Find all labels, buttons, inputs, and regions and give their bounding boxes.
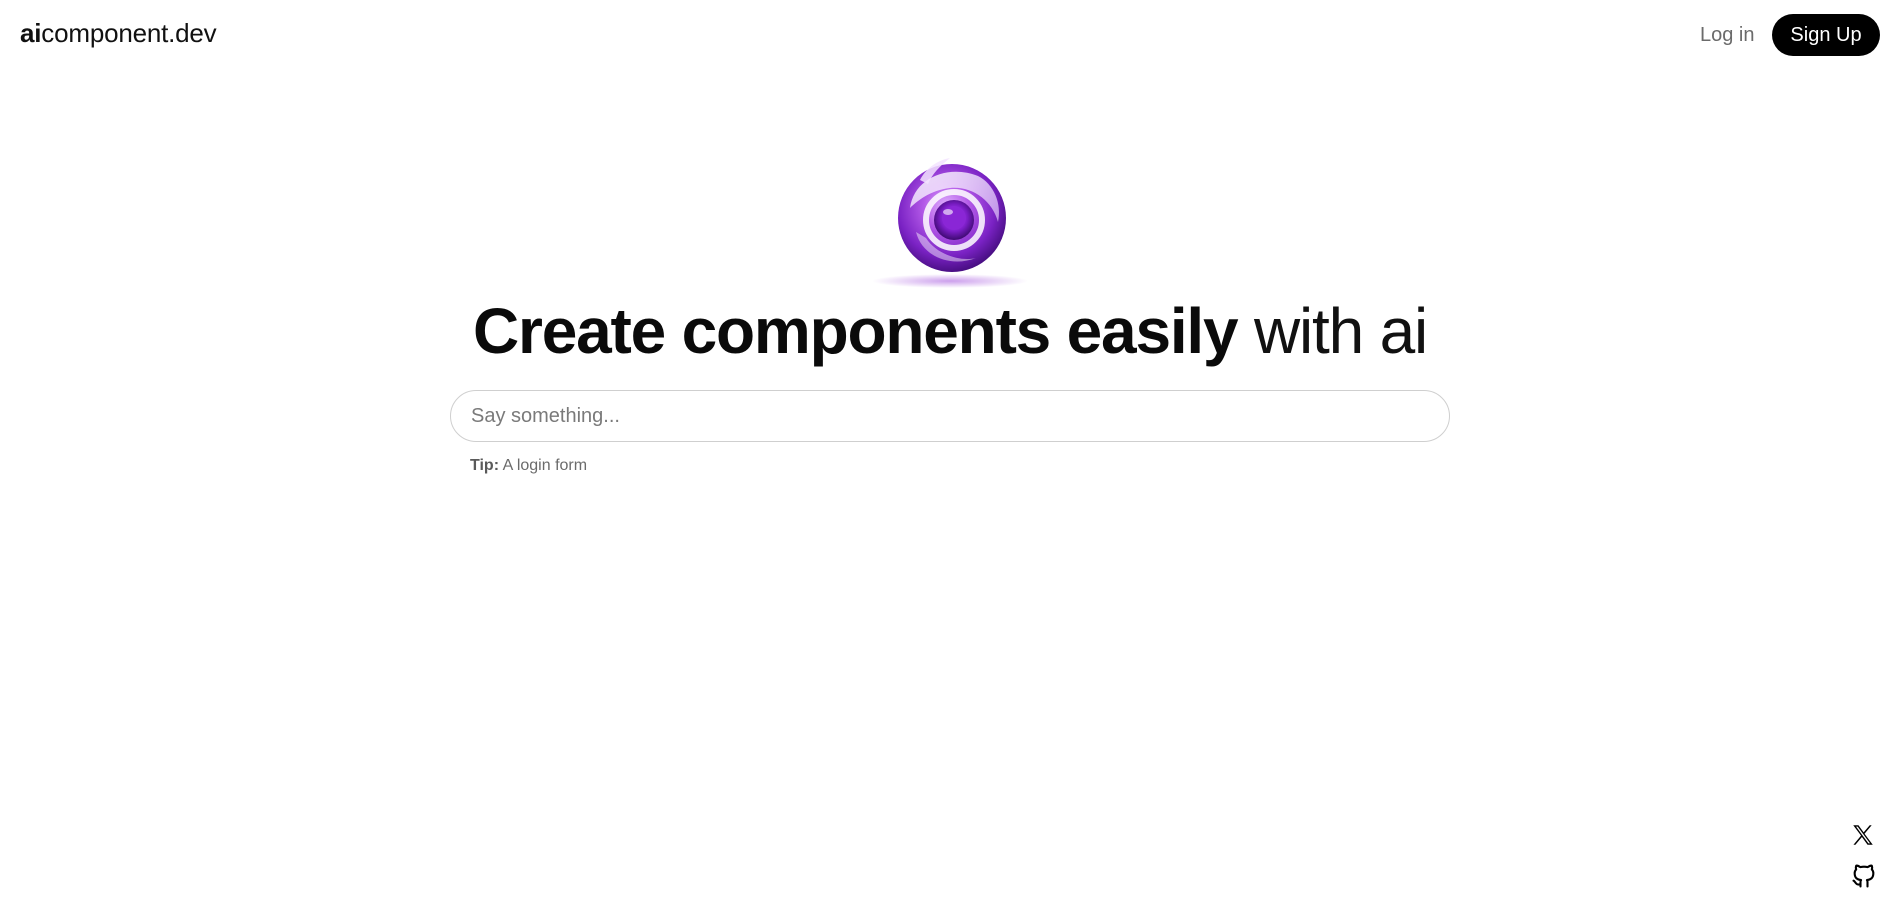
page-title: Create components easily with ai — [0, 292, 1900, 370]
purple-orb-logo-icon — [870, 150, 1030, 290]
prompt-input[interactable] — [450, 390, 1450, 442]
x-twitter-icon — [1853, 825, 1873, 845]
x-twitter-link[interactable] — [1850, 822, 1878, 850]
tip-label: Tip: — [470, 457, 500, 474]
login-link[interactable]: Log in — [1700, 24, 1755, 47]
github-link[interactable] — [1850, 862, 1878, 890]
signup-button[interactable]: Sign Up — [1772, 14, 1880, 56]
brand-rest-text: component.dev — [41, 18, 217, 48]
tip-suggestion: A login form — [499, 457, 588, 474]
brand-logo-link[interactable]: aicomponent.dev — [20, 18, 217, 49]
prompt-container — [450, 390, 1450, 442]
github-icon — [1852, 864, 1875, 888]
tip-text: Tip: A login form — [470, 457, 587, 475]
brand-bold-text: ai — [20, 18, 42, 48]
page: aicomponent.dev Log in Sign Up Create co… — [0, 0, 1900, 912]
orb-logo-svg — [872, 158, 1028, 288]
social-links — [1850, 822, 1880, 902]
headline-bold-text: Create components easily — [473, 295, 1239, 367]
site-header: aicomponent.dev Log in Sign Up — [0, 0, 1900, 70]
headline-light-text: with ai — [1237, 295, 1428, 367]
